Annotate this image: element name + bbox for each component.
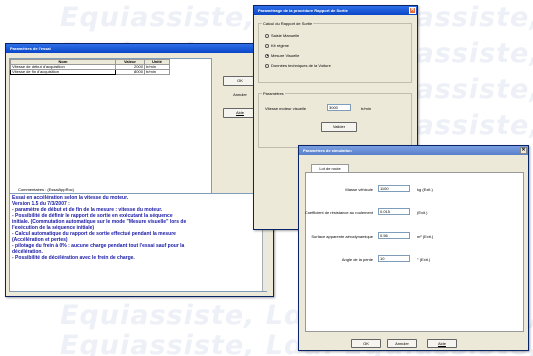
field-label: Surface apparente aérodynamique [311, 234, 373, 239]
simulation-ok-button[interactable]: OK [351, 339, 381, 348]
simulation-tab-panel: Masse véhicule 1100 kg (Exit.) Coefficie… [305, 172, 524, 332]
calc-group-title: Calcul du Rapport de Sortie [262, 21, 314, 26]
essai-params-table: Nom Valeur Unité Vitesse de début d'acqu… [9, 58, 212, 196]
radio-mesure-visuelle[interactable]: Mesure Visuelle [265, 53, 299, 58]
speed-label: Vitesse moteur visuelle [265, 106, 307, 111]
radio-label: Mesure Visuelle [271, 53, 300, 58]
essai-help-button[interactable]: Aide [223, 108, 257, 118]
simulation-cancel-button[interactable]: Annuler [387, 339, 417, 348]
rolling-coefficient-input[interactable]: 0.015 [378, 208, 410, 215]
comment-line: - Possibilité de décélération avec le fr… [12, 255, 135, 261]
radio-label: Saisie Manuelle [271, 33, 300, 38]
comments-textarea[interactable]: Essai en accélération selon la vitesse d… [9, 193, 267, 292]
rapport-title: Paramétrage de la procédure Rapport de S… [258, 8, 348, 13]
essai-ok-button[interactable]: OK [223, 76, 257, 86]
tab-lot-de-route[interactable]: Lot de route [311, 164, 349, 172]
param-value-cell[interactable]: 8000 [115, 69, 145, 75]
params-groupbox: Paramètres Vitesse moteur visuelle 3000 … [258, 91, 412, 148]
validate-button[interactable]: Valider [321, 122, 357, 132]
field-unit: m² (Exit.) [417, 234, 434, 239]
mass-input[interactable]: 1100 [378, 185, 410, 192]
aero-surface-input[interactable]: 0.56 [378, 232, 410, 239]
simulation-titlebar[interactable]: Paramètres de simulation ✕ [299, 146, 528, 155]
table-row[interactable]: Vitesse de fin d'acquisition 8000 tr/min [10, 69, 171, 75]
radio-label: Kit régime [271, 43, 290, 48]
speed-input[interactable]: 3000 [327, 104, 351, 111]
rapport-titlebar[interactable]: Paramétrage de la procédure Rapport de S… [254, 6, 417, 15]
radio-selected-icon [265, 53, 269, 58]
field-label: Masse véhicule [345, 187, 373, 192]
simulation-dialog: Paramètres de simulation ✕ Lot de route … [298, 145, 529, 351]
field-label: Angle de la pente [341, 257, 373, 262]
radio-label: Données techniques de la Voiture [271, 63, 331, 68]
simulation-help-button[interactable]: Aide [427, 339, 457, 348]
calc-groupbox: Calcul du Rapport de Sortie Saisie Manue… [258, 21, 412, 83]
param-unit-cell: tr/min [143, 69, 171, 75]
close-icon[interactable]: ✕ [409, 7, 416, 14]
essai-cancel-button[interactable]: Annuler [223, 91, 257, 101]
comments-label: Commentaires : (EssaiAppRoc) [18, 187, 75, 192]
field-label: Coefficient de résistance au roulement [304, 210, 373, 215]
speed-unit: tr/min [361, 106, 371, 111]
field-unit: kg (Exit.) [417, 187, 433, 192]
field-unit: ° (Exit.) [417, 257, 431, 262]
radio-icon [265, 63, 269, 68]
radio-donnees-voiture[interactable]: Données techniques de la Voiture [265, 63, 331, 68]
essai-dialog: Paramètres de l'essai Nom Valeur Unité V… [5, 43, 274, 297]
radio-icon [265, 43, 269, 48]
essai-title: Paramètres de l'essai [10, 46, 51, 51]
essai-titlebar[interactable]: Paramètres de l'essai [6, 44, 273, 53]
radio-kit-regime[interactable]: Kit régime [265, 43, 289, 48]
params-group-title: Paramètres [262, 91, 285, 96]
field-unit: (Exit.) [417, 210, 428, 215]
simulation-title: Paramètres de simulation [303, 148, 352, 153]
close-icon[interactable]: ✕ [520, 147, 527, 154]
slope-angle-input[interactable]: 10 [378, 255, 410, 262]
radio-saisie-manuelle[interactable]: Saisie Manuelle [265, 33, 299, 38]
param-name-cell: Vitesse de fin d'acquisition [10, 69, 116, 75]
radio-icon [265, 33, 269, 38]
